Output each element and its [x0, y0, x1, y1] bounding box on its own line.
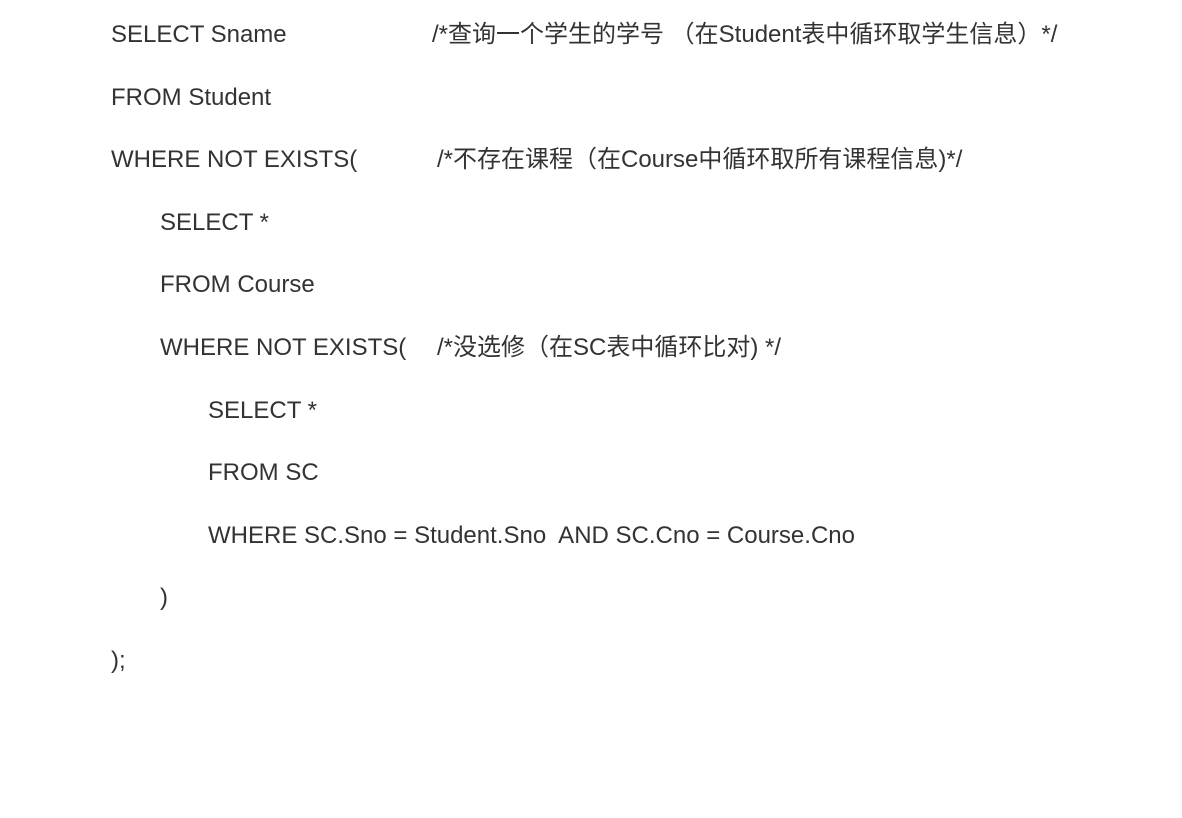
code-line: )	[0, 567, 1182, 630]
sql-statement: FROM Student	[111, 83, 272, 111]
code-line: SELECT Sname /*查询一个学生的学号 （在Student表中循环取学…	[0, 4, 1182, 67]
sql-comment: /*查询一个学生的学号 （在Student表中循环取学生信息）*/	[432, 21, 1058, 48]
code-line: WHERE SC.Sno = Student.Sno AND SC.Cno = …	[0, 505, 1182, 568]
sql-statement: FROM SC	[208, 459, 319, 487]
sql-statement: SELECT Sname	[111, 21, 287, 48]
sql-statement: );	[111, 646, 126, 674]
sql-comment: /*不存在课程（在Course中循环取所有课程信息)*/	[437, 146, 963, 174]
code-line: WHERE NOT EXISTS( /*没选修（在SC表中循环比对) */	[0, 317, 1182, 380]
sql-statement: SELECT *	[208, 396, 317, 424]
code-line: FROM SC	[0, 442, 1182, 505]
code-line: SELECT *	[0, 380, 1182, 443]
code-line: FROM Student	[0, 67, 1182, 130]
sql-statement: WHERE NOT EXISTS(	[160, 333, 407, 361]
code-line: SELECT *	[0, 192, 1182, 255]
sql-code-block: SELECT Sname /*查询一个学生的学号 （在Student表中循环取学…	[0, 4, 1182, 692]
sql-statement: WHERE SC.Sno = Student.Sno AND SC.Cno = …	[208, 521, 855, 549]
sql-statement: WHERE NOT EXISTS(	[111, 146, 358, 174]
sql-comment: /*没选修（在SC表中循环比对) */	[437, 333, 782, 361]
code-line: FROM Course	[0, 254, 1182, 317]
sql-statement: )	[160, 584, 168, 612]
code-line: );	[0, 630, 1182, 693]
sql-statement: FROM Course	[160, 271, 315, 299]
code-line: WHERE NOT EXISTS( /*不存在课程（在Course中循环取所有课…	[0, 129, 1182, 192]
sql-statement: SELECT *	[160, 208, 269, 236]
